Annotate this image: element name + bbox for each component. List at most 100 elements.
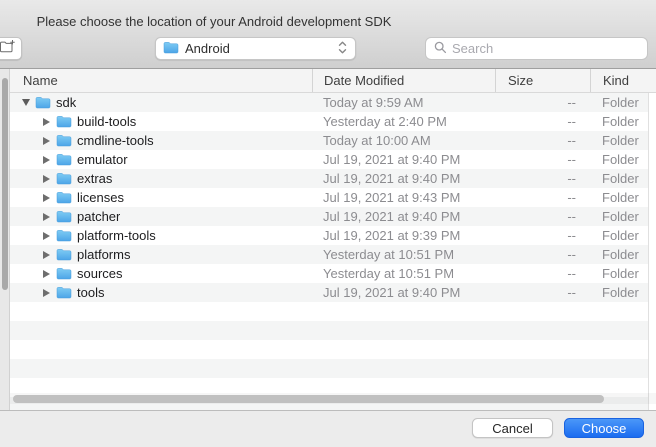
dialog-footer: Cancel Choose xyxy=(0,410,656,447)
column-header-kind[interactable]: Kind xyxy=(590,69,656,92)
folder-icon xyxy=(56,267,72,280)
new-folder-button[interactable] xyxy=(0,37,22,60)
folder-icon xyxy=(56,191,72,204)
folder-icon xyxy=(56,229,72,242)
file-name: patcher xyxy=(77,207,120,226)
file-name: sdk xyxy=(56,93,76,112)
cancel-button[interactable]: Cancel xyxy=(472,418,553,438)
folder-icon xyxy=(56,153,72,166)
date-modified-cell: Yesterday at 2:40 PM xyxy=(312,112,495,131)
size-cell: -- xyxy=(495,188,590,207)
table-row[interactable]: cmdline-tools Today at 10:00 AM -- Folde… xyxy=(10,131,656,150)
file-name-cell: licenses xyxy=(10,188,312,207)
dialog-header: Please choose the location of your Andro… xyxy=(0,0,656,69)
disclosure-triangle-icon[interactable] xyxy=(43,213,56,221)
file-name-cell: platforms xyxy=(10,245,312,264)
file-name: tools xyxy=(77,283,104,302)
disclosure-triangle-icon[interactable] xyxy=(43,194,56,202)
location-dropdown[interactable]: Android xyxy=(155,37,356,60)
date-modified-cell: Jul 19, 2021 at 9:39 PM xyxy=(312,226,495,245)
size-cell: -- xyxy=(495,226,590,245)
folder-icon xyxy=(56,172,72,185)
date-modified-cell: Jul 19, 2021 at 9:40 PM xyxy=(312,283,495,302)
disclosure-triangle-icon[interactable] xyxy=(43,270,56,278)
folder-icon xyxy=(163,41,179,57)
file-name-cell: tools xyxy=(10,283,312,302)
disclosure-triangle-icon[interactable] xyxy=(43,175,56,183)
vertical-scrollbar[interactable] xyxy=(0,69,10,410)
file-name-cell: cmdline-tools xyxy=(10,131,312,150)
kind-cell: Folder xyxy=(590,150,656,169)
kind-cell: Folder xyxy=(590,226,656,245)
file-name-cell: sources xyxy=(10,264,312,283)
column-header-date-modified[interactable]: Date Modified xyxy=(312,69,495,92)
disclosure-triangle-icon[interactable] xyxy=(43,156,56,164)
kind-cell: Folder xyxy=(590,93,656,112)
date-modified-cell: Jul 19, 2021 at 9:40 PM xyxy=(312,150,495,169)
table-row[interactable]: patcher Jul 19, 2021 at 9:40 PM -- Folde… xyxy=(10,207,656,226)
disclosure-triangle-icon[interactable] xyxy=(43,137,56,145)
dialog-title: Please choose the location of your Andro… xyxy=(0,14,428,29)
table-row[interactable]: sources Yesterday at 10:51 PM -- Folder xyxy=(10,264,656,283)
table-row[interactable]: emulator Jul 19, 2021 at 9:40 PM -- Fold… xyxy=(10,150,656,169)
search-input[interactable] xyxy=(452,41,639,56)
kind-cell: Folder xyxy=(590,283,656,302)
date-modified-cell: Today at 10:00 AM xyxy=(312,131,495,150)
column-header-name[interactable]: Name xyxy=(10,69,312,92)
table-row[interactable]: licenses Jul 19, 2021 at 9:43 PM -- Fold… xyxy=(10,188,656,207)
table-row[interactable]: extras Jul 19, 2021 at 9:40 PM -- Folder xyxy=(10,169,656,188)
size-cell: -- xyxy=(495,264,590,283)
date-modified-cell: Yesterday at 10:51 PM xyxy=(312,245,495,264)
right-scrollbar-gutter xyxy=(648,93,656,410)
size-cell: -- xyxy=(495,207,590,226)
new-folder-icon xyxy=(0,39,16,58)
choose-button[interactable]: Choose xyxy=(564,418,644,438)
size-cell: -- xyxy=(495,131,590,150)
size-cell: -- xyxy=(495,150,590,169)
folder-icon xyxy=(56,210,72,223)
disclosure-triangle-icon[interactable] xyxy=(43,289,56,297)
disclosure-triangle-icon[interactable] xyxy=(43,232,56,240)
folder-icon xyxy=(56,115,72,128)
file-chooser-dialog: Please choose the location of your Andro… xyxy=(0,0,656,447)
kind-cell: Folder xyxy=(590,245,656,264)
kind-cell: Folder xyxy=(590,169,656,188)
kind-cell: Folder xyxy=(590,112,656,131)
table-row[interactable]: platform-tools Jul 19, 2021 at 9:39 PM -… xyxy=(10,226,656,245)
disclosure-triangle-icon[interactable] xyxy=(43,251,56,259)
table-row[interactable]: sdk Today at 9:59 AM -- Folder xyxy=(10,93,656,112)
vertical-scrollbar-thumb[interactable] xyxy=(2,78,9,290)
date-modified-cell: Today at 9:59 AM xyxy=(312,93,495,112)
kind-cell: Folder xyxy=(590,264,656,283)
file-name: cmdline-tools xyxy=(77,131,154,150)
table-row[interactable]: build-tools Yesterday at 2:40 PM -- Fold… xyxy=(10,112,656,131)
search-icon xyxy=(434,41,447,57)
size-cell: -- xyxy=(495,93,590,112)
horizontal-scrollbar[interactable] xyxy=(10,393,656,404)
file-name: licenses xyxy=(77,188,124,207)
file-name: sources xyxy=(77,264,123,283)
horizontal-scrollbar-thumb[interactable] xyxy=(13,395,604,403)
kind-cell: Folder xyxy=(590,131,656,150)
date-modified-cell: Jul 19, 2021 at 9:43 PM xyxy=(312,188,495,207)
size-cell: -- xyxy=(495,169,590,188)
file-name-cell: sdk xyxy=(10,93,312,112)
file-name-cell: patcher xyxy=(10,207,312,226)
folder-icon xyxy=(56,286,72,299)
disclosure-triangle-icon[interactable] xyxy=(22,99,35,106)
column-header-size[interactable]: Size xyxy=(495,69,590,92)
location-dropdown-value: Android xyxy=(185,41,338,56)
file-name-cell: build-tools xyxy=(10,112,312,131)
disclosure-triangle-icon[interactable] xyxy=(43,118,56,126)
date-modified-cell: Yesterday at 10:51 PM xyxy=(312,264,495,283)
chevron-up-down-icon xyxy=(338,40,347,58)
search-field[interactable] xyxy=(425,37,648,60)
date-modified-cell: Jul 19, 2021 at 9:40 PM xyxy=(312,169,495,188)
table-row[interactable]: tools Jul 19, 2021 at 9:40 PM -- Folder xyxy=(10,283,656,302)
file-name-cell: emulator xyxy=(10,150,312,169)
column-headers: Name Date Modified Size Kind xyxy=(10,69,656,93)
folder-icon xyxy=(56,248,72,261)
table-row[interactable]: platforms Yesterday at 10:51 PM -- Folde… xyxy=(10,245,656,264)
size-cell: -- xyxy=(495,112,590,131)
file-name: build-tools xyxy=(77,112,136,131)
